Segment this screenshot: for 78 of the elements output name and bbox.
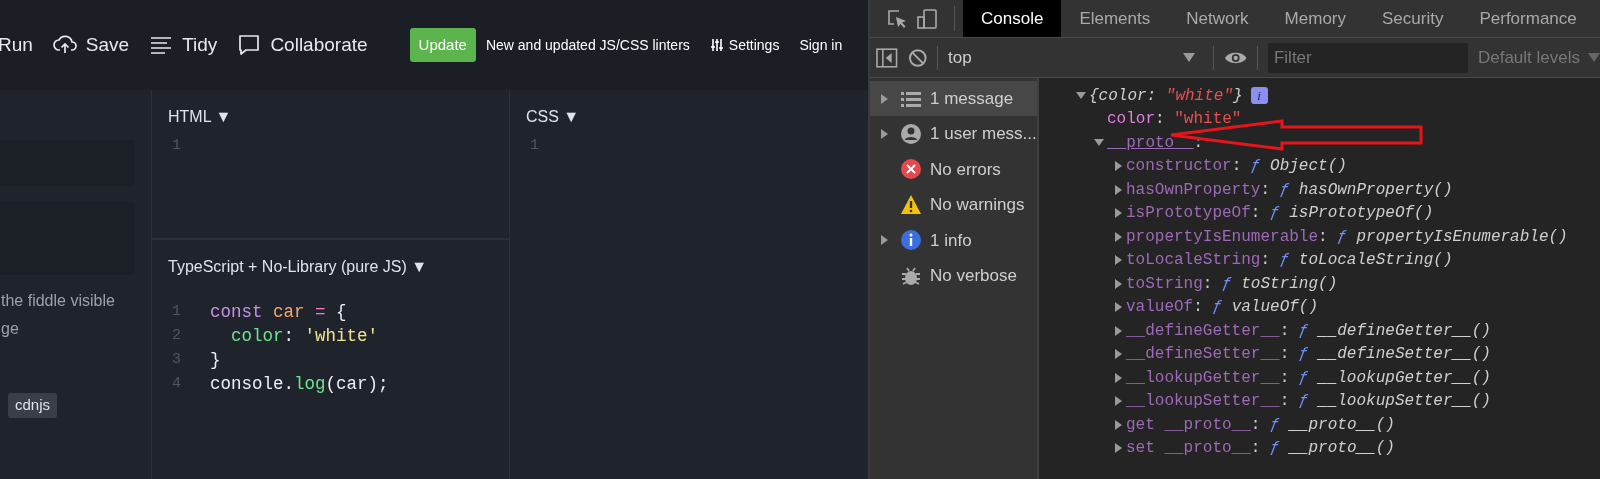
devtools-tab[interactable]: Console — [963, 0, 1062, 37]
property-entry[interactable]: hasOwnProperty: ƒ hasOwnProperty() — [1126, 177, 1453, 202]
device-icon[interactable] — [916, 7, 938, 30]
expand-arrow-icon[interactable] — [1114, 325, 1122, 336]
chat-bubble-icon — [237, 33, 262, 57]
panel-title: HTML — [168, 108, 211, 125]
code-line: console.log(car); — [210, 373, 389, 396]
collapse-arrow-icon[interactable] — [1094, 139, 1104, 147]
inspect-icon[interactable] — [886, 7, 908, 30]
console-filter-item[interactable]: 1 user mess... — [870, 116, 1037, 152]
console-filter-item[interactable]: No warnings — [870, 187, 1037, 223]
property-entry[interactable]: toLocaleString: ƒ toLocaleString() — [1126, 248, 1453, 273]
info-icon — [900, 229, 922, 252]
description-text: the fiddle visible — [1, 291, 115, 311]
devtools-tab[interactable]: Memory — [1266, 0, 1364, 37]
expand-arrow-icon[interactable] — [1114, 278, 1122, 289]
expand-arrow-icon[interactable] — [1114, 208, 1122, 219]
expand-arrow-icon[interactable] — [1114, 372, 1122, 383]
console-filter-item[interactable]: No errors — [870, 151, 1037, 188]
property-entry[interactable]: toString: ƒ toString() — [1126, 271, 1338, 296]
expand-arrow-icon[interactable] — [1114, 231, 1122, 242]
property-entry[interactable]: color: "white" — [1107, 107, 1242, 132]
save-button[interactable]: Save — [52, 30, 130, 60]
code-line: } — [210, 349, 221, 372]
property-entry[interactable]: propertyIsEnumerable: ƒ propertyIsEnumerable() — [1126, 224, 1568, 249]
property-entry[interactable]: __lookupGetter__: ƒ __lookupGetter__() — [1126, 365, 1491, 390]
devtools-tab[interactable]: Security — [1364, 0, 1462, 37]
expand-arrow-icon[interactable] — [1114, 302, 1122, 313]
warning-icon — [900, 193, 922, 216]
console-filter-item[interactable]: 1 message — [870, 81, 1037, 117]
property-entry[interactable]: set __proto__: ƒ __proto__() — [1126, 436, 1395, 461]
resource-tag[interactable]: cdnjs — [8, 393, 58, 418]
sign-in-button[interactable]: Sign in — [799, 34, 843, 56]
run-button[interactable]: Run — [0, 30, 33, 60]
expand-arrow-icon[interactable] — [1114, 255, 1122, 266]
dropdown-caret[interactable]: ▼ — [215, 108, 232, 125]
settings-button[interactable]: Settings — [709, 34, 780, 56]
object-preview[interactable]: {color: "white"} — [1089, 83, 1243, 108]
sliders-icon — [709, 38, 724, 52]
expand-arrow-icon[interactable] — [880, 93, 888, 104]
devtools-tab[interactable]: Elements — [1061, 0, 1169, 37]
expand-arrow-icon[interactable] — [1114, 443, 1122, 454]
property-entry[interactable]: __lookupSetter__: ƒ __lookupSetter__() — [1126, 389, 1491, 414]
property-entry[interactable]: constructor: ƒ Object() — [1126, 154, 1347, 179]
info-badge[interactable]: i — [1250, 87, 1268, 105]
console-filter-item[interactable]: 1 info — [870, 222, 1037, 258]
expand-arrow-icon[interactable] — [880, 235, 888, 246]
announcement-text: New and updated JS/CSS linters — [485, 35, 690, 55]
devtools-tab[interactable]: Performance — [1461, 0, 1595, 37]
sidebar-toggle-icon[interactable] — [876, 47, 898, 68]
code-line: const car = { — [210, 301, 347, 324]
filter-field[interactable]: Filter — [1267, 42, 1468, 73]
property-entry[interactable]: __defineGetter__: ƒ __defineGetter__() — [1126, 318, 1491, 343]
tidy-button[interactable]: Tidy — [149, 30, 218, 60]
expand-arrow-icon[interactable] — [880, 129, 888, 140]
collaborate-button[interactable]: Collaborate — [237, 30, 368, 60]
expand-arrow-icon[interactable] — [1114, 161, 1122, 172]
user-icon — [900, 123, 922, 146]
panel-title: TypeScript + No-Library (pure JS) — [168, 258, 407, 275]
panel-title: CSS — [526, 108, 559, 125]
collapse-arrow-icon[interactable] — [1076, 92, 1086, 100]
devtools-tab[interactable]: Network — [1168, 0, 1267, 37]
property-entry[interactable]: __defineSetter__: ƒ __defineSetter__() — [1126, 342, 1491, 367]
property-entry[interactable]: isPrototypeOf: ƒ isPrototypeOf() — [1126, 201, 1434, 226]
error-icon — [900, 158, 922, 181]
expand-arrow-icon[interactable] — [1114, 184, 1122, 195]
property-entry[interactable]: get __proto__: ƒ __proto__() — [1126, 412, 1395, 437]
console-filter-item[interactable]: No verbose — [870, 257, 1037, 294]
expand-arrow-icon[interactable] — [1114, 396, 1122, 407]
clear-icon[interactable] — [907, 47, 928, 68]
context-select[interactable]: top — [948, 44, 1203, 71]
code-line: color: 'white' — [230, 325, 379, 348]
expand-arrow-icon[interactable] — [1114, 419, 1122, 430]
expand-arrow-icon[interactable] — [1114, 349, 1122, 360]
property-entry[interactable]: valueOf: ƒ valueOf() — [1126, 295, 1319, 320]
dropdown-caret[interactable]: ▼ — [563, 108, 580, 125]
dropdown-caret[interactable]: ▼ — [411, 258, 428, 275]
description-text: ge — [1, 319, 19, 339]
